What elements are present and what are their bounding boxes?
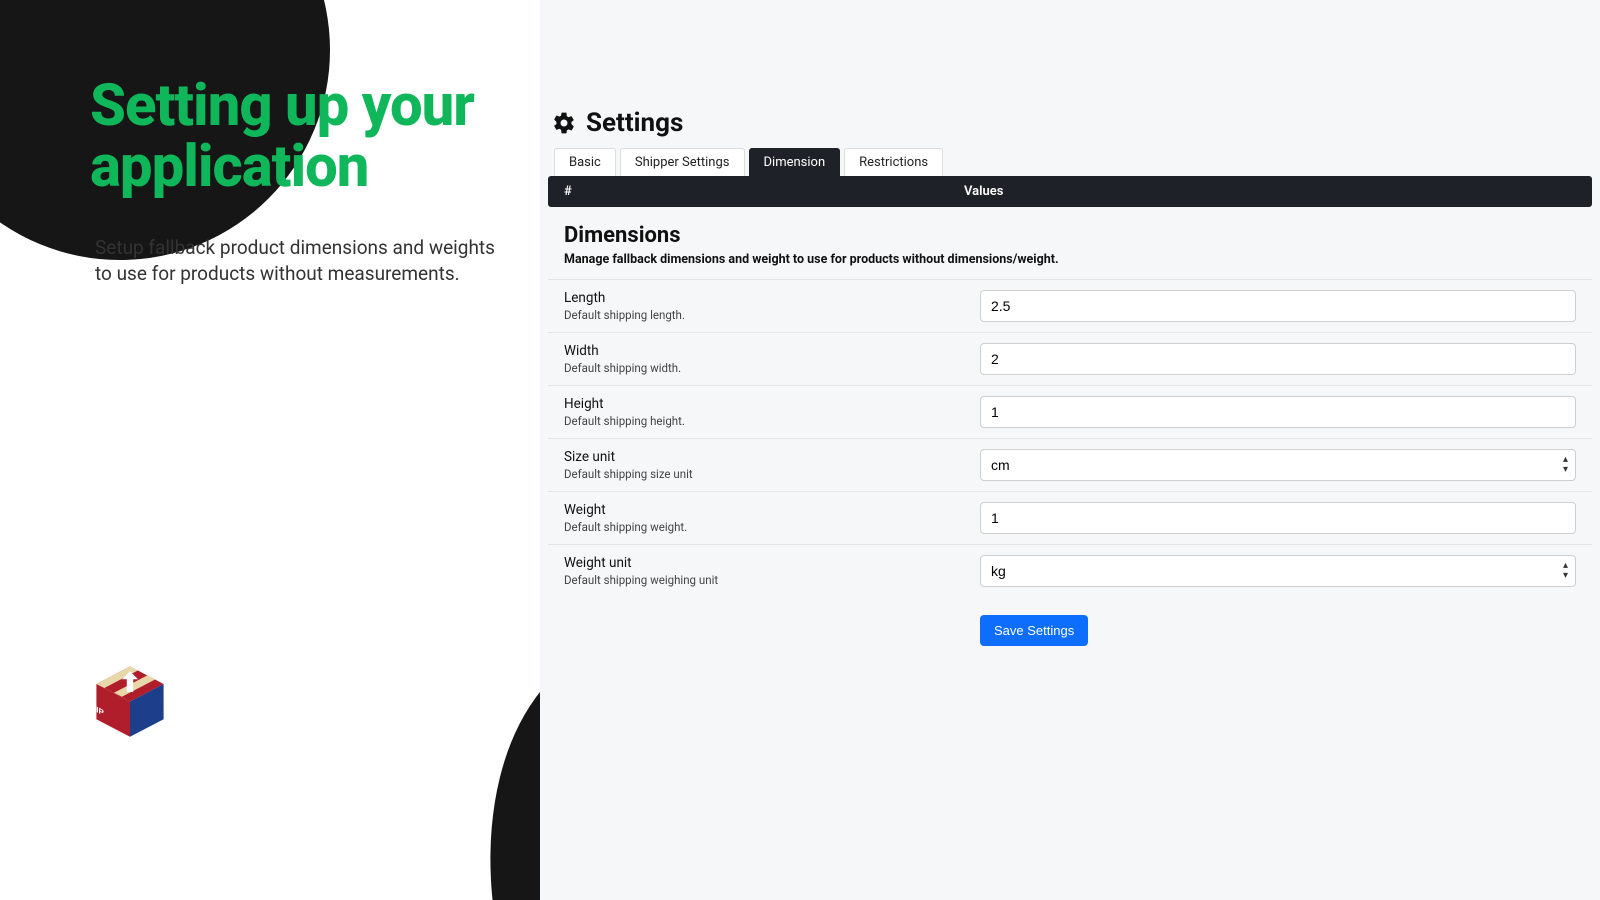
- section-description: Manage fallback dimensions and weight to…: [564, 252, 1576, 267]
- tab-shipper-settings[interactable]: Shipper Settings: [620, 148, 745, 176]
- help-weight-unit: Default shipping weighing unit: [564, 573, 964, 587]
- help-length: Default shipping length.: [564, 308, 964, 322]
- table-header-row: # Values: [548, 176, 1592, 207]
- label-size-unit: Size unit: [564, 449, 964, 465]
- row-width: Width Default shipping width.: [548, 332, 1592, 385]
- input-width[interactable]: [980, 343, 1576, 375]
- marketing-panel: Setting up your application Setup fallba…: [0, 0, 540, 900]
- row-size-unit: Size unit Default shipping size unit cm …: [548, 438, 1592, 491]
- tab-dimension[interactable]: Dimension: [749, 148, 841, 176]
- save-row: Save Settings: [548, 597, 1592, 664]
- help-height: Default shipping height.: [564, 414, 964, 428]
- select-size-unit[interactable]: cm: [980, 449, 1576, 481]
- tab-restrictions[interactable]: Restrictions: [844, 148, 943, 176]
- app-panel: Settings Basic Shipper Settings Dimensio…: [540, 0, 1600, 900]
- input-height[interactable]: [980, 396, 1576, 428]
- section-title: Dimensions: [564, 223, 1576, 248]
- shipvista-logo: SHIP VISTA: [90, 660, 170, 740]
- column-header-hash: #: [564, 184, 964, 199]
- gear-icon: [552, 111, 576, 135]
- hero-title: Setting up your application: [90, 76, 540, 198]
- row-weight-unit: Weight unit Default shipping weighing un…: [548, 544, 1592, 597]
- decorative-blob-bottom: [435, 601, 540, 900]
- hero-subtitle: Setup fallback product dimensions and we…: [95, 235, 495, 286]
- settings-header: Settings: [548, 100, 1592, 148]
- dimensions-form: Length Default shipping length. Width De…: [548, 279, 1592, 597]
- label-width: Width: [564, 343, 964, 359]
- label-height: Height: [564, 396, 964, 412]
- label-length: Length: [564, 290, 964, 306]
- section-heading: Dimensions Manage fallback dimensions an…: [548, 207, 1592, 271]
- page-title: Settings: [586, 108, 683, 138]
- label-weight-unit: Weight unit: [564, 555, 964, 571]
- tab-basic[interactable]: Basic: [554, 148, 616, 176]
- svg-text:VISTA: VISTA: [144, 737, 153, 740]
- input-weight[interactable]: [980, 502, 1576, 534]
- label-weight: Weight: [564, 502, 964, 518]
- select-weight-unit[interactable]: kg: [980, 555, 1576, 587]
- save-settings-button[interactable]: Save Settings: [980, 615, 1088, 646]
- input-length[interactable]: [980, 290, 1576, 322]
- settings-tabs: Basic Shipper Settings Dimension Restric…: [548, 148, 1592, 176]
- help-width: Default shipping width.: [564, 361, 964, 375]
- help-weight: Default shipping weight.: [564, 520, 964, 534]
- row-height: Height Default shipping height.: [548, 385, 1592, 438]
- help-size-unit: Default shipping size unit: [564, 467, 964, 481]
- row-weight: Weight Default shipping weight.: [548, 491, 1592, 544]
- column-header-values: Values: [964, 184, 1576, 199]
- row-length: Length Default shipping length.: [548, 279, 1592, 332]
